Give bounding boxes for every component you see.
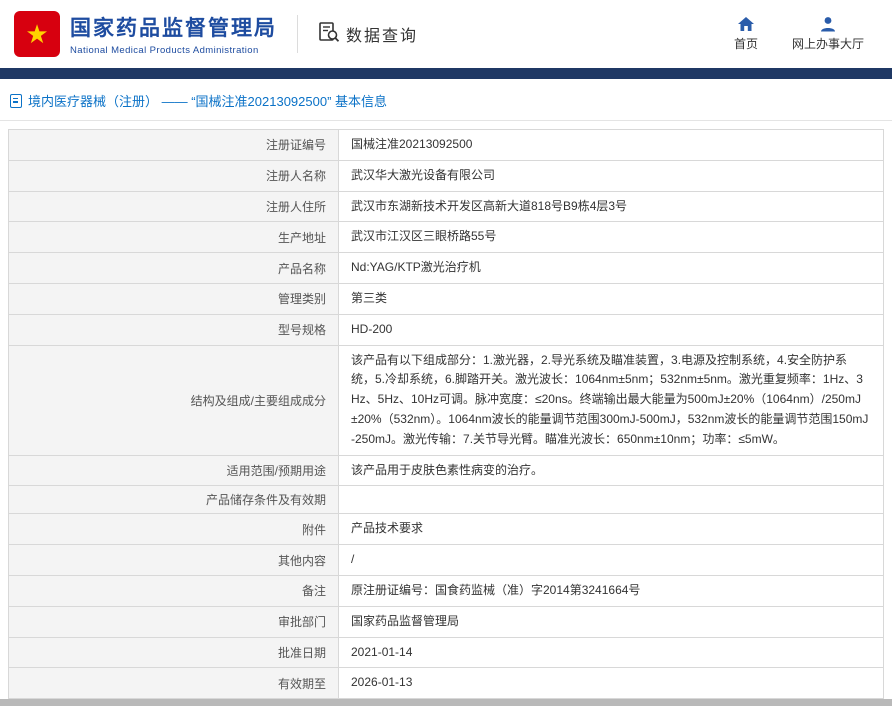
nav-service-hall[interactable]: 网上办事大厅 [792,16,864,52]
field-label: 结构及组成/主要组成成分 [9,345,339,455]
header-nav: 首页 网上办事大厅 [734,16,878,52]
field-value: 国械注准20213092500 [339,130,884,161]
table-row: 有效期至 2026-01-13 [9,668,884,699]
table-row: 产品储存条件及有效期 [9,486,884,514]
table-row: 审批部门 国家药品监督管理局 [9,606,884,637]
field-label: 其他内容 [9,545,339,576]
data-query-label: 数据查询 [346,22,418,46]
table-row: 附件 产品技术要求 [9,514,884,545]
field-label: 型号规格 [9,314,339,345]
field-value: / [339,545,884,576]
field-value: 2026-01-13 [339,668,884,699]
table-row: 管理类别 第三类 [9,283,884,314]
field-value: 国家药品监督管理局 [339,606,884,637]
nav-home-label: 首页 [734,35,758,52]
field-value: 该产品用于皮肤色素性病变的治疗。 [339,455,884,486]
field-value: 产品技术要求 [339,514,884,545]
table-row: 其他内容 / [9,545,884,576]
table-row: 注册人名称 武汉华大激光设备有限公司 [9,160,884,191]
field-value [339,486,884,514]
nav-service-hall-label: 网上办事大厅 [792,35,864,52]
field-value: 原注册证编号：国食药监械（准）字2014第3241664号 [339,575,884,606]
field-label: 管理类别 [9,283,339,314]
field-label: 产品名称 [9,253,339,284]
agency-title-block: 国家药品监督管理局 National Medical Products Admi… [70,12,277,56]
field-value: HD-200 [339,314,884,345]
table-row: 结构及组成/主要组成成分 该产品有以下组成部分：1.激光器，2.导光系统及瞄准装… [9,345,884,455]
data-query-entry[interactable]: 数据查询 [318,21,418,48]
home-icon [737,16,755,32]
document-icon [10,94,22,108]
registration-info-table: 注册证编号 国械注准20213092500 注册人名称 武汉华大激光设备有限公司… [8,129,884,706]
field-value: 该产品有以下组成部分：1.激光器，2.导光系统及瞄准装置，3.电源及控制系统，4… [339,345,884,455]
table-row: 批准日期 2021-01-14 [9,637,884,668]
nav-home[interactable]: 首页 [734,16,758,52]
registration-info-table-wrap: 注册证编号 国械注准20213092500 注册人名称 武汉华大激光设备有限公司… [0,121,892,706]
field-label: 生产地址 [9,222,339,253]
breadcrumb-bar: 境内医疗器械（注册） —— “国械注准20213092500” 基本信息 [0,79,892,121]
field-label: 产品储存条件及有效期 [9,486,339,514]
national-emblem-logo: ★ [14,11,60,57]
field-label: 审批部门 [9,606,339,637]
table-row: 注册证编号 国械注准20213092500 [9,130,884,161]
header-divider [297,15,298,53]
field-value: 武汉华大激光设备有限公司 [339,160,884,191]
field-value: 2021-01-14 [339,637,884,668]
field-label: 附件 [9,514,339,545]
field-label: 注册证编号 [9,130,339,161]
table-row: 生产地址 武汉市江汉区三眼桥路55号 [9,222,884,253]
field-value: 第三类 [339,283,884,314]
table-row: 备注 原注册证编号：国食药监械（准）字2014第3241664号 [9,575,884,606]
site-header: ★ 国家药品监督管理局 National Medical Products Ad… [0,0,892,68]
table-row: 型号规格 HD-200 [9,314,884,345]
data-query-icon [318,21,340,48]
breadcrumb: 境内医疗器械（注册） —— “国械注准20213092500” 基本信息 [28,91,387,110]
field-label: 注册人住所 [9,191,339,222]
top-navy-bar [0,68,892,79]
agency-subtitle: National Medical Products Administration [70,45,277,56]
field-label: 适用范围/预期用途 [9,455,339,486]
table-row: 产品名称 Nd:YAG/KTP激光治疗机 [9,253,884,284]
agency-title: 国家药品监督管理局 [70,12,277,42]
table-row: 注册人住所 武汉市东湖新技术开发区高新大道818号B9栋4层3号 [9,191,884,222]
table-row: 适用范围/预期用途 该产品用于皮肤色素性病变的治疗。 [9,455,884,486]
emblem-star-icon: ★ [25,21,48,47]
footer-strip [0,699,892,706]
field-value: 武汉市江汉区三眼桥路55号 [339,222,884,253]
user-icon [819,16,837,32]
field-value: 武汉市东湖新技术开发区高新大道818号B9栋4层3号 [339,191,884,222]
field-label: 有效期至 [9,668,339,699]
field-value: Nd:YAG/KTP激光治疗机 [339,253,884,284]
field-label: 备注 [9,575,339,606]
field-label: 批准日期 [9,637,339,668]
field-label: 注册人名称 [9,160,339,191]
